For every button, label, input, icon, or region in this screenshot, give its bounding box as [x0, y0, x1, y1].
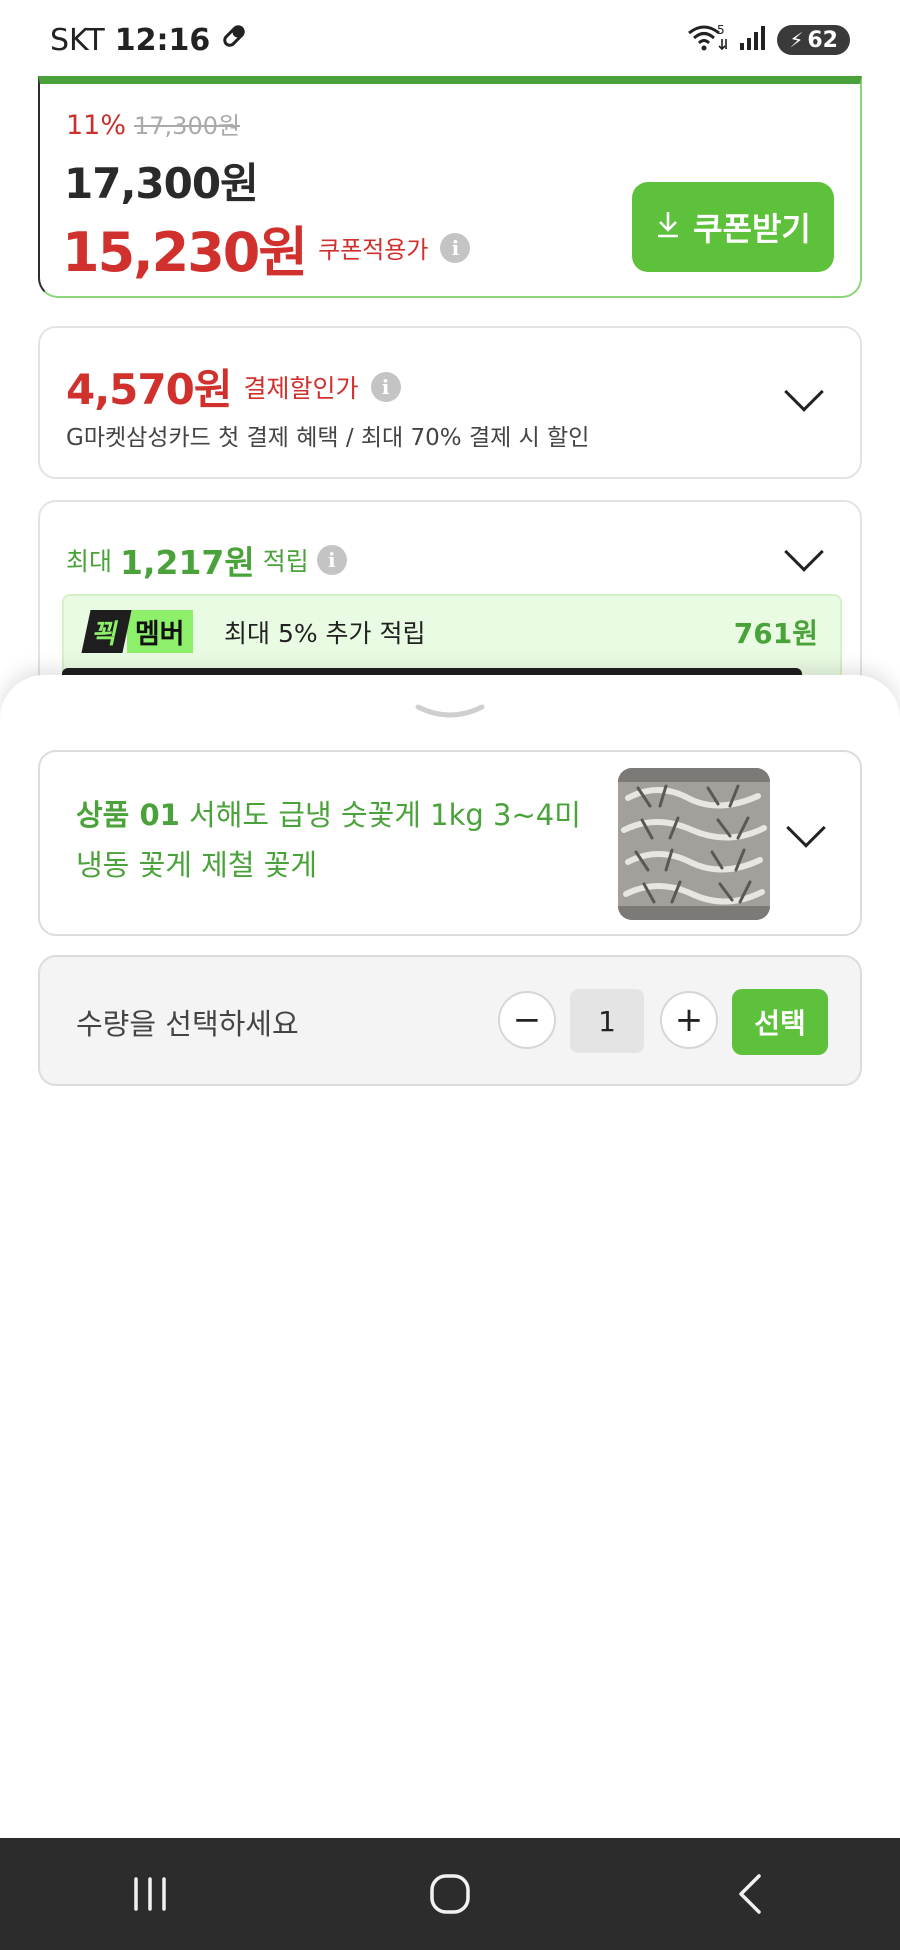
download-icon — [655, 209, 681, 246]
member-benefit-amount: 761원 — [733, 617, 818, 650]
info-icon[interactable]: i — [440, 232, 471, 263]
coupon-price: 15,230원 — [62, 221, 308, 284]
coupon-price-label: 쿠폰적용가 — [318, 236, 429, 264]
member-benefit-text: 최대 5% 추가 적립 — [224, 619, 426, 648]
option-label: 상품 01 — [76, 798, 180, 832]
points-amount: 1,217원 — [120, 543, 255, 582]
chevron-down-icon[interactable] — [786, 808, 826, 848]
points-suffix: 적립 — [262, 547, 309, 576]
clock: 12:16 — [114, 22, 211, 58]
option-select-card[interactable]: 상품 01 서해도 급냉 숫꽃게 1kg 3~4미 냉동 꽃게 제철 꽃게 — [38, 750, 862, 936]
select-button[interactable]: 선택 — [732, 989, 828, 1055]
original-price: 17,300원 — [134, 112, 241, 140]
wifi-label: 5 — [717, 23, 725, 37]
original-price-row: 11% 17,300원 — [66, 106, 240, 141]
carrier-label: SKT — [50, 22, 105, 58]
points-row: 최대 1,217원 적립 i — [66, 536, 347, 584]
get-coupon-label: 쿠폰받기 — [693, 211, 811, 247]
sale-price: 17,300원 — [64, 159, 259, 208]
battery-indicator: ⚡ 62 — [777, 25, 850, 55]
system-nav-bar — [0, 1838, 900, 1950]
quantity-label: 수량을 선택하세요 — [76, 1007, 299, 1041]
info-icon[interactable]: i — [370, 371, 401, 402]
quantity-card: 수량을 선택하세요 − 1 + 선택 — [38, 955, 862, 1086]
home-icon[interactable] — [395, 1854, 505, 1934]
quantity-decrease-button[interactable]: − — [498, 991, 556, 1049]
option-bottom-sheet: 상품 01 서해도 급냉 숫꽃게 1kg 3~4미 냉동 꽃게 제철 꽃게 수량… — [0, 675, 900, 1840]
member-badge-mark: 꾁 — [81, 610, 132, 653]
product-page: SKT 12:16 5 ⚡ 62 11% 17,300원 17,300원 15,… — [0, 0, 900, 1950]
member-badge: 꾁 멤버 — [81, 610, 193, 653]
recent-apps-icon[interactable] — [95, 1854, 205, 1934]
member-badge-text: 멤버 — [126, 610, 193, 653]
payment-discount-description: G마켓삼성카드 첫 결제 혜택 / 최대 70% 결제 시 할인 — [66, 425, 590, 451]
get-coupon-button[interactable]: 쿠폰받기 — [632, 182, 834, 272]
signal-icon — [739, 25, 767, 55]
info-icon[interactable]: i — [316, 545, 347, 575]
product-thumbnail — [618, 768, 770, 920]
status-left: SKT 12:16 — [50, 22, 248, 58]
status-right: 5 ⚡ 62 — [687, 23, 850, 57]
quantity-increase-button[interactable]: + — [660, 991, 718, 1049]
discount-rate: 11% — [66, 110, 127, 141]
sheet-handle-icon[interactable] — [414, 701, 486, 729]
chevron-down-icon[interactable] — [784, 372, 824, 412]
payment-discount-card[interactable]: 4,570원 결제할인가 i G마켓삼성카드 첫 결제 혜택 / 최대 70% … — [38, 326, 862, 479]
price-box: 11% 17,300원 17,300원 15,230원 쿠폰적용가 i 쿠폰받기 — [38, 76, 862, 298]
charging-icon: ⚡ — [789, 28, 804, 52]
option-text: 상품 01 서해도 급냉 숫꽃게 1kg 3~4미 냉동 꽃게 제철 꽃게 — [76, 790, 596, 890]
status-bar: SKT 12:16 5 ⚡ 62 — [0, 0, 900, 80]
battery-level: 62 — [807, 27, 838, 53]
payment-discount-price: 4,570원 — [66, 365, 232, 414]
payment-discount-label: 결제할인가 — [243, 373, 359, 403]
points-prefix: 최대 — [66, 547, 113, 576]
payment-discount-row: 4,570원 결제할인가 i — [66, 356, 401, 417]
pill-icon — [220, 22, 248, 58]
coupon-price-row: 15,230원 쿠폰적용가 i — [62, 208, 471, 287]
wifi-icon: 5 — [687, 23, 729, 57]
chevron-down-icon[interactable] — [784, 532, 824, 572]
quantity-value[interactable]: 1 — [570, 989, 644, 1053]
back-icon[interactable] — [695, 1854, 805, 1934]
